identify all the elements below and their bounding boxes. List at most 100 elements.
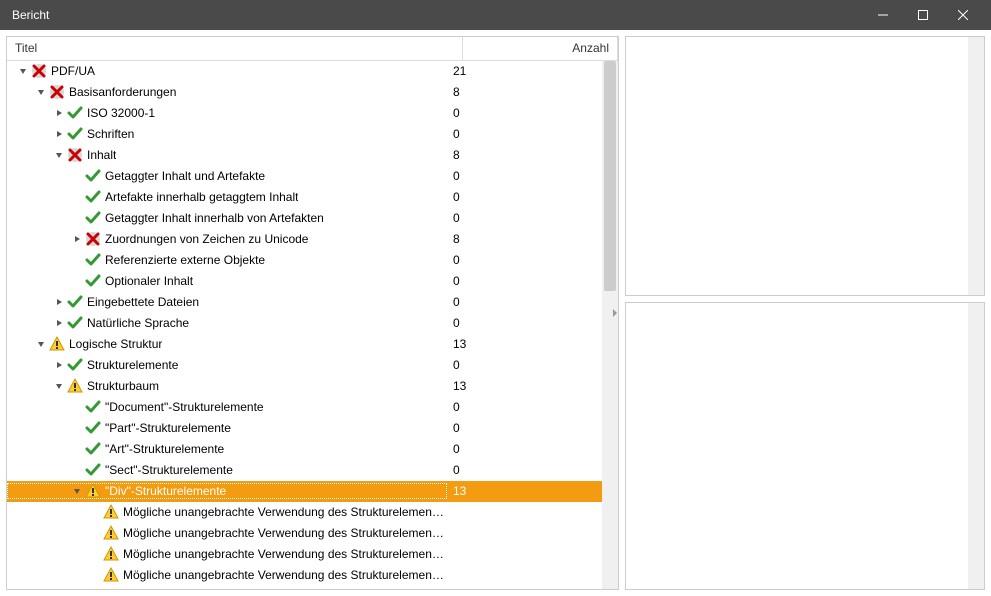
expand-toggle[interactable]	[51, 126, 67, 142]
tree-row[interactable]: Strukturbaum 13	[7, 376, 602, 397]
ok-icon	[85, 273, 101, 289]
warning-icon	[103, 546, 119, 562]
ok-icon	[85, 168, 101, 184]
ok-icon	[67, 126, 83, 142]
ok-icon	[85, 399, 101, 415]
error-icon	[85, 231, 101, 247]
tree-item-label: Zuordnungen von Zeichen zu Unicode	[105, 232, 308, 246]
window-title: Bericht	[8, 8, 863, 22]
tree-row[interactable]: Basisanforderungen 8	[7, 82, 602, 103]
tree-item-label: "Document"-Strukturelemente	[105, 400, 264, 414]
collapse-toggle[interactable]	[33, 336, 49, 352]
tree-row[interactable]: Mögliche unangebrachte Verwendung des St…	[7, 565, 602, 586]
collapse-toggle[interactable]	[69, 483, 85, 499]
tree-row[interactable]: Mögliche unangebrachte Verwendung des St…	[7, 502, 602, 523]
tree-row[interactable]: Natürliche Sprache0	[7, 313, 602, 334]
tree-row[interactable]: "Art"-Strukturelemente0	[7, 439, 602, 460]
tree-row[interactable]: Mögliche unangebrachte Verwendung des St…	[7, 544, 602, 565]
tree-row[interactable]: Eingebettete Dateien 0	[7, 292, 602, 313]
detail-box-bottom	[625, 302, 985, 590]
tree-item-label: Mögliche unangebrachte Verwendung des St…	[123, 547, 447, 561]
warning-icon	[103, 567, 119, 583]
expand-toggle[interactable]	[51, 294, 67, 310]
tree-row[interactable]: Mögliche unangebrachte Verwendung des St…	[7, 523, 602, 544]
collapse-toggle[interactable]	[51, 147, 67, 163]
tree-item-label: Optionaler Inhalt	[105, 274, 193, 288]
close-button[interactable]	[943, 0, 983, 30]
column-header-count[interactable]: Anzahl	[463, 37, 618, 60]
ok-icon	[85, 441, 101, 457]
tree-item-count: 0	[447, 190, 602, 204]
warning-icon	[67, 378, 83, 394]
tree-item-count: 8	[447, 85, 602, 99]
tree-item-count: 0	[447, 253, 602, 267]
tree-row[interactable]: Referenzierte externe Objekte0	[7, 250, 602, 271]
tree-item-label: "Sect"-Strukturelemente	[105, 463, 233, 477]
tree-panel: Titel Anzahl PDF/UA21 Basisanforderungen 8…	[6, 36, 619, 590]
tree-item-label: ISO 32000-1	[87, 106, 155, 120]
tree-row[interactable]: Schriften0	[7, 124, 602, 145]
tree-item-count: 0	[447, 274, 602, 288]
ok-icon	[67, 294, 83, 310]
tree-row[interactable]: Zuordnungen von Zeichen zu Unicode8	[7, 229, 602, 250]
tree-item-label: Eingebettete Dateien	[87, 295, 199, 309]
error-icon	[49, 84, 65, 100]
tree-item-count: 0	[447, 295, 602, 309]
tree-row[interactable]: "Part"-Strukturelemente 0	[7, 418, 602, 439]
tree-item-count: 0	[447, 421, 602, 435]
detail-top-scrollbar[interactable]	[968, 37, 984, 295]
tree-item-label: Inhalt	[87, 148, 116, 162]
warning-icon	[103, 525, 119, 541]
tree-item-count: 0	[447, 400, 602, 414]
collapse-toggle[interactable]	[51, 378, 67, 394]
tree-item-label: Schriften	[87, 127, 134, 141]
tree-row[interactable]: Inhalt 8	[7, 145, 602, 166]
tree-item-label: Basisanforderungen	[69, 85, 176, 99]
tree-item-label: PDF/UA	[51, 64, 95, 78]
ok-icon	[67, 105, 83, 121]
tree-item-count: 8	[447, 148, 602, 162]
expand-toggle[interactable]	[51, 105, 67, 121]
tree-row[interactable]: ISO 32000-1 0	[7, 103, 602, 124]
minimize-button[interactable]	[863, 0, 903, 30]
column-header-title[interactable]: Titel	[7, 37, 463, 60]
tree-row[interactable]: "Div"-Strukturelemente13	[7, 481, 602, 502]
detail-bottom-scrollbar[interactable]	[968, 303, 984, 589]
tree-item-count: 0	[447, 106, 602, 120]
tree-row[interactable]: "Document"-Strukturelemente 0	[7, 397, 602, 418]
collapse-toggle[interactable]	[33, 84, 49, 100]
tree-item-count: 0	[447, 463, 602, 477]
tree-item-label: "Div"-Strukturelemente	[105, 484, 226, 498]
tree-item-count: 0	[447, 211, 602, 225]
ok-icon	[85, 420, 101, 436]
tree-item-count: 0	[447, 316, 602, 330]
expand-toggle[interactable]	[51, 315, 67, 331]
tree-item-label: Strukturelemente	[87, 358, 178, 372]
tree-item-count: 13	[447, 379, 602, 393]
panel-expand-handle[interactable]	[611, 298, 619, 328]
tree-item-label: Logische Struktur	[69, 337, 162, 351]
tree-item-label: Artefakte innerhalb getaggtem Inhalt	[105, 190, 298, 204]
tree-row[interactable]: Getaggter Inhalt und Artefakte0	[7, 166, 602, 187]
ok-icon	[85, 210, 101, 226]
tree-item-label: Mögliche unangebrachte Verwendung des St…	[123, 568, 447, 582]
tree-item-label: Strukturbaum	[87, 379, 159, 393]
tree-row[interactable]: Logische Struktur13	[7, 334, 602, 355]
collapse-toggle[interactable]	[15, 63, 31, 79]
tree-row[interactable]: PDF/UA21	[7, 61, 602, 82]
tree-item-label: Mögliche unangebrachte Verwendung des St…	[123, 505, 447, 519]
expand-toggle[interactable]	[69, 231, 85, 247]
maximize-button[interactable]	[903, 0, 943, 30]
tree-row[interactable]: Strukturelemente0	[7, 355, 602, 376]
tree-row[interactable]: Getaggter Inhalt innerhalb von Artefakte…	[7, 208, 602, 229]
right-panel	[625, 36, 985, 590]
tree-row[interactable]: Artefakte innerhalb getaggtem Inhalt 0	[7, 187, 602, 208]
tree-item-label: Mögliche unangebrachte Verwendung des St…	[123, 526, 447, 540]
titlebar: Bericht	[0, 0, 991, 30]
tree-item-count: 0	[447, 442, 602, 456]
tree-item-label: "Part"-Strukturelemente	[105, 421, 231, 435]
tree-row[interactable]: "Sect"-Strukturelemente 0	[7, 460, 602, 481]
expand-toggle[interactable]	[51, 357, 67, 373]
scrollbar-thumb[interactable]	[604, 61, 616, 291]
tree-row[interactable]: Optionaler Inhalt 0	[7, 271, 602, 292]
